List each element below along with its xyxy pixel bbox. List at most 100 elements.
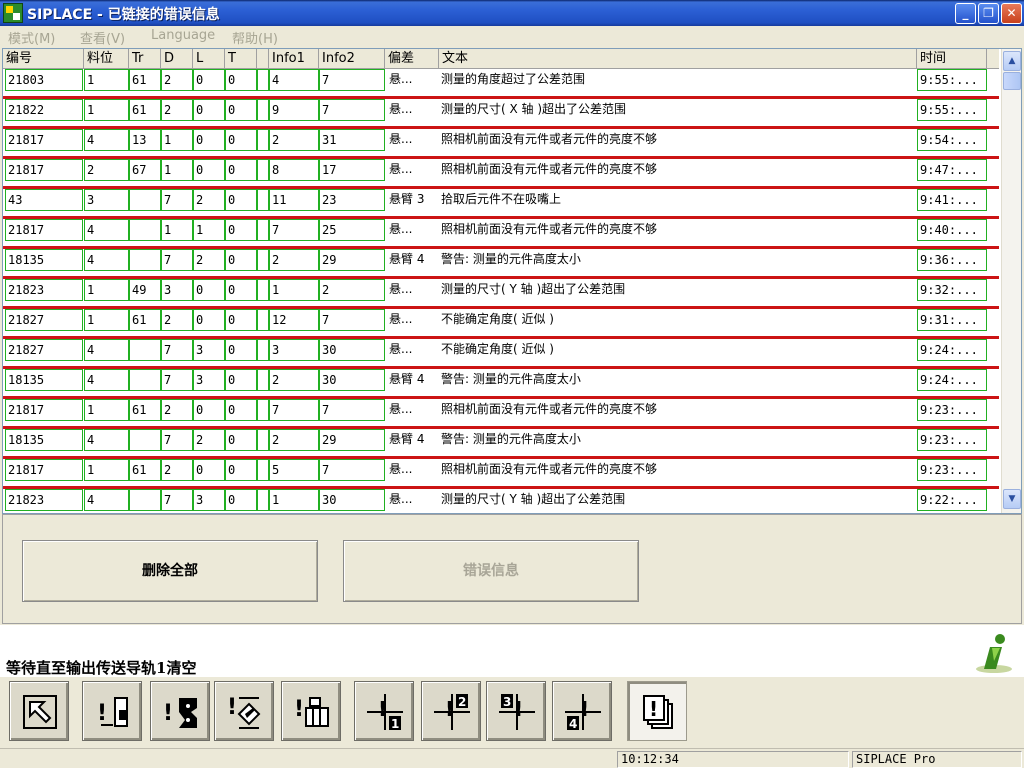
toolbar-button-gantry-1[interactable]: ! 1 <box>354 681 414 741</box>
cell-time: 9:23:... <box>917 459 987 481</box>
cell-text: 警告: 测量的元件高度太小 <box>439 249 917 271</box>
feeder-warning-icon: ! <box>97 697 128 727</box>
column-header-time[interactable]: 时间 <box>917 49 987 69</box>
table-row[interactable]: 21823 4 7 3 0 1 30 悬... 测量的尺寸( Y 轴 )超出了公差范围 9:22:… <box>3 489 999 513</box>
cell-time: 9:23:... <box>917 399 987 421</box>
cell-t: 0 <box>225 399 257 421</box>
table-row[interactable]: 21803 1 61 2 0 0 4 7 悬... 测量的角度超过了公差范围 9:55:... <box>3 69 999 99</box>
toolbar-button-feeder[interactable]: ! <box>82 681 142 741</box>
error-list-table[interactable]: 编号 料位 Tr D L T Info1 Info2 偏差 文本 时间 2180… <box>2 48 1022 514</box>
table-body: 21803 1 61 2 0 0 4 7 悬... 测量的角度超过了公差范围 9:55:... 218… <box>3 69 999 513</box>
cell-id: 18135 <box>5 369 83 391</box>
table-row[interactable]: 43 3 7 2 0 11 23 悬臂 3 拾取后元件不在吸嘴上 9:41:... <box>3 189 999 219</box>
table-row[interactable]: 21817 4 13 1 0 0 2 31 悬... 照相机前面没有元件或者元件的亮度不够 9:54… <box>3 129 999 159</box>
gantry-3-icon: ! 3 <box>499 694 535 730</box>
cell-blank <box>257 279 269 301</box>
table-row[interactable]: 21817 2 67 1 0 0 8 17 悬... 照相机前面没有元件或者元件的亮度不够 9:47… <box>3 159 999 189</box>
table-row[interactable]: 18135 4 7 2 0 2 29 悬臂 4 警告: 测量的元件高度太小 9:36:... <box>3 249 999 279</box>
cell-time: 9:55:... <box>917 99 987 121</box>
cell-info2: 29 <box>319 249 385 271</box>
cell-d: 2 <box>161 309 193 331</box>
table-row[interactable]: 21827 4 7 3 0 3 30 悬... 不能确定角度( 近似 ) 9:24:... <box>3 339 999 369</box>
cell-l: 0 <box>193 69 225 91</box>
column-header-d[interactable]: D <box>161 49 193 69</box>
gantry-1-icon: ! 1 <box>367 694 403 731</box>
cell-info1: 7 <box>269 399 319 421</box>
cell-slot: 4 <box>84 339 129 361</box>
toolbar-button-tray[interactable]: ! <box>281 681 341 741</box>
toolbar-button-select[interactable] <box>9 681 69 741</box>
cell-info1: 12 <box>269 309 319 331</box>
svg-text:!: ! <box>227 695 237 720</box>
cell-id: 21817 <box>5 159 83 181</box>
column-header-info2[interactable]: Info2 <box>319 49 385 69</box>
siplace-app-icon[interactable] <box>3 3 23 23</box>
scroll-up-button[interactable]: ▲ <box>1003 51 1021 71</box>
gantry-4-icon: ! 4 <box>565 694 601 731</box>
cell-info1: 2 <box>269 249 319 271</box>
svg-text:3: 3 <box>503 695 511 709</box>
menu-language[interactable]: Language <box>151 28 215 43</box>
cell-l: 0 <box>193 159 225 181</box>
cell-l: 3 <box>193 489 225 511</box>
cell-d: 2 <box>161 399 193 421</box>
menu-view[interactable]: 查看(V) <box>80 28 125 47</box>
cell-time: 9:40:... <box>917 219 987 241</box>
error-info-button[interactable]: 错误信息 <box>343 540 639 602</box>
column-header-id[interactable]: 编号 <box>3 49 84 69</box>
menu-mode[interactable]: 模式(M) <box>8 28 55 47</box>
column-header-text[interactable]: 文本 <box>439 49 917 69</box>
svg-text:!: ! <box>163 701 173 726</box>
title-bar[interactable]: SIPLACE - 已链接的错误信息 _ ❐ ✕ <box>0 0 1024 26</box>
scroll-thumb[interactable] <box>1003 72 1021 90</box>
column-header-blank[interactable] <box>257 49 269 69</box>
toolbar-button-gantry-2[interactable]: ! 2 <box>421 681 481 741</box>
table-row[interactable]: 21817 4 1 1 0 7 25 悬... 照相机前面没有元件或者元件的亮度不够 9:40:.… <box>3 219 999 249</box>
cell-id: 21817 <box>5 129 83 151</box>
toolbar-button-nozzle[interactable]: ! <box>214 681 274 741</box>
svg-text:1: 1 <box>391 717 399 731</box>
maximize-button[interactable]: ❐ <box>978 3 999 24</box>
cell-slot: 4 <box>84 249 129 271</box>
cell-t: 0 <box>225 459 257 481</box>
table-row[interactable]: 21817 1 61 2 0 0 5 7 悬... 照相机前面没有元件或者元件的亮度不够 9:23:… <box>3 459 999 489</box>
cell-blank <box>257 369 269 391</box>
table-row[interactable]: 21822 1 61 2 0 0 9 7 悬... 测量的尺寸( X 轴 )超出了公差范围 9:55… <box>3 99 999 129</box>
table-row[interactable]: 21817 1 61 2 0 0 7 7 悬... 照相机前面没有元件或者元件的亮度不够 9:23:… <box>3 399 999 429</box>
cell-d: 7 <box>161 429 193 451</box>
table-row[interactable]: 21827 1 61 2 0 0 12 7 悬... 不能确定角度( 近似 ) 9:31:... <box>3 309 999 339</box>
close-button[interactable]: ✕ <box>1001 3 1022 24</box>
cell-text: 测量的角度超过了公差范围 <box>439 69 917 91</box>
svg-text:4: 4 <box>569 717 577 731</box>
table-row[interactable]: 18135 4 7 3 0 2 30 悬臂 4 警告: 测量的元件高度太小 9:24:... <box>3 369 999 399</box>
table-row[interactable]: 18135 4 7 2 0 2 29 悬臂 4 警告: 测量的元件高度太小 9:23:... <box>3 429 999 459</box>
toolbar-button-gantry-3[interactable]: ! 3 <box>486 681 546 741</box>
cell-l: 2 <box>193 249 225 271</box>
delete-all-button[interactable]: 删除全部 <box>22 540 318 602</box>
column-header-deviation[interactable]: 偏差 <box>385 49 439 69</box>
column-header-tr[interactable]: Tr <box>129 49 161 69</box>
column-header-info1[interactable]: Info1 <box>269 49 319 69</box>
toolbar-button-component[interactable]: ! <box>150 681 210 741</box>
cell-d: 1 <box>161 219 193 241</box>
toolbar-button-error-list[interactable]: ! <box>627 681 687 741</box>
cell-time: 9:22:... <box>917 489 987 511</box>
table-row[interactable]: 21823 1 49 3 0 0 1 2 悬... 测量的尺寸( Y 轴 )超出了公差范围 9:32… <box>3 279 999 309</box>
svg-text:!: ! <box>445 697 454 721</box>
column-header-l[interactable]: L <box>193 49 225 69</box>
vertical-scrollbar[interactable]: ▲ ▼ <box>1001 49 1021 513</box>
component-warning-icon: ! <box>163 698 197 728</box>
column-header-t[interactable]: T <box>225 49 257 69</box>
cell-l: 1 <box>193 219 225 241</box>
cell-dev: 悬... <box>387 129 439 151</box>
column-header-slot[interactable]: 料位 <box>84 49 129 69</box>
info-icon[interactable] <box>972 631 1016 675</box>
cell-info2: 25 <box>319 219 385 241</box>
cell-dev: 悬... <box>387 399 439 421</box>
svg-text:!: ! <box>378 697 387 721</box>
toolbar-button-gantry-4[interactable]: ! 4 <box>552 681 612 741</box>
scroll-down-button[interactable]: ▼ <box>1003 489 1021 509</box>
status-bar: 10:12:34 SIPLACE Pro <box>0 748 1024 768</box>
minimize-button[interactable]: _ <box>955 3 976 24</box>
menu-help[interactable]: 帮助(H) <box>232 28 278 47</box>
